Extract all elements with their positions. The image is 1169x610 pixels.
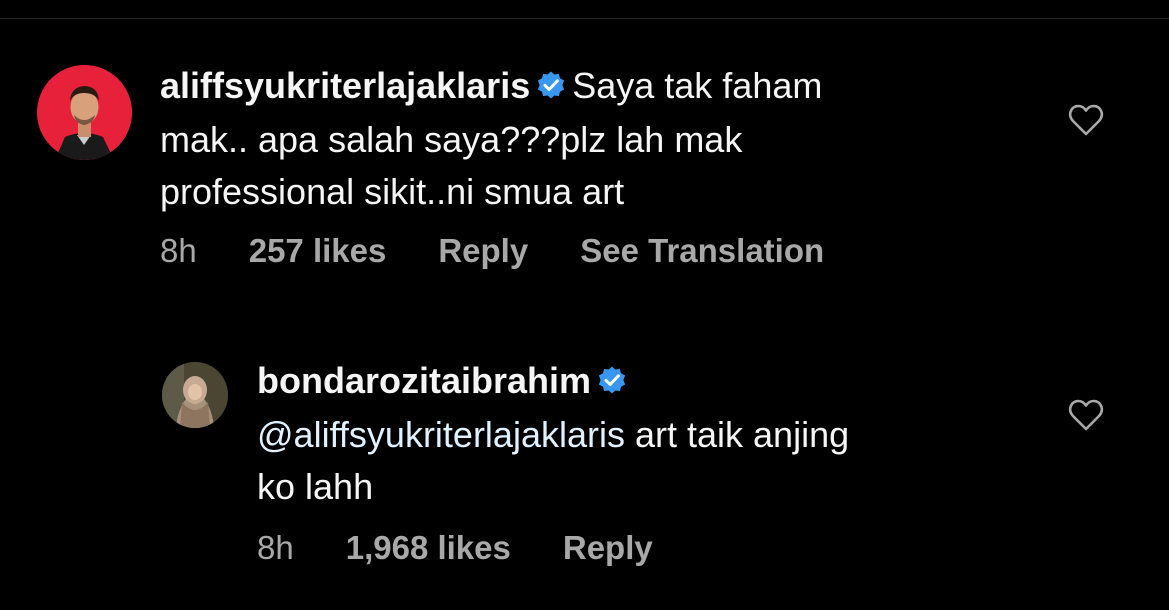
comment-meta: 8h 1,968 likes Reply	[257, 529, 653, 567]
username[interactable]: aliffsyukriterlajaklaris	[160, 65, 530, 106]
see-translation-button[interactable]: See Translation	[580, 232, 824, 270]
comment-text-segment: art taik anjing	[624, 414, 850, 455]
comment-text-segment: Saya tak faham	[572, 65, 823, 106]
comment-line-1: bondarozitaibrahim	[257, 355, 1077, 409]
comment-meta: 8h 257 likes Reply See Translation	[160, 232, 824, 270]
likes-count[interactable]: 257 likes	[249, 232, 387, 270]
avatar-image	[162, 362, 228, 428]
reply-button[interactable]: Reply	[438, 232, 528, 270]
top-divider	[0, 18, 1169, 19]
reply-button[interactable]: Reply	[563, 529, 653, 567]
avatar[interactable]	[37, 65, 132, 160]
avatar-image	[37, 65, 132, 160]
likes-count[interactable]: 1,968 likes	[346, 529, 511, 567]
heart-icon[interactable]	[1068, 103, 1104, 137]
comment-line-2: mak.. apa salah saya???plz lah mak	[160, 119, 743, 160]
comment-line-1: aliffsyukriterlajaklaris Saya tak faham	[160, 60, 1060, 114]
heart-icon[interactable]	[1068, 398, 1104, 432]
mention-link[interactable]: @aliffsyukriterlajaklaris	[257, 414, 625, 455]
comment-body: aliffsyukriterlajaklaris Saya tak faham m…	[160, 60, 1060, 218]
comment-line-2: @aliffsyukriterlajaklaris art taik anjin…	[257, 409, 1077, 461]
username[interactable]: bondarozitaibrahim	[257, 360, 591, 401]
comment-line-3: professional sikit..ni smua art	[160, 171, 625, 212]
avatar[interactable]	[162, 362, 228, 428]
comment-line-3: ko lahh	[257, 466, 374, 507]
comment-body: bondarozitaibrahim @aliffsyukriterlajakl…	[257, 355, 1077, 513]
timestamp: 8h	[257, 529, 294, 566]
timestamp: 8h	[160, 232, 197, 269]
verified-badge-icon	[536, 62, 566, 114]
verified-badge-icon	[597, 357, 627, 409]
